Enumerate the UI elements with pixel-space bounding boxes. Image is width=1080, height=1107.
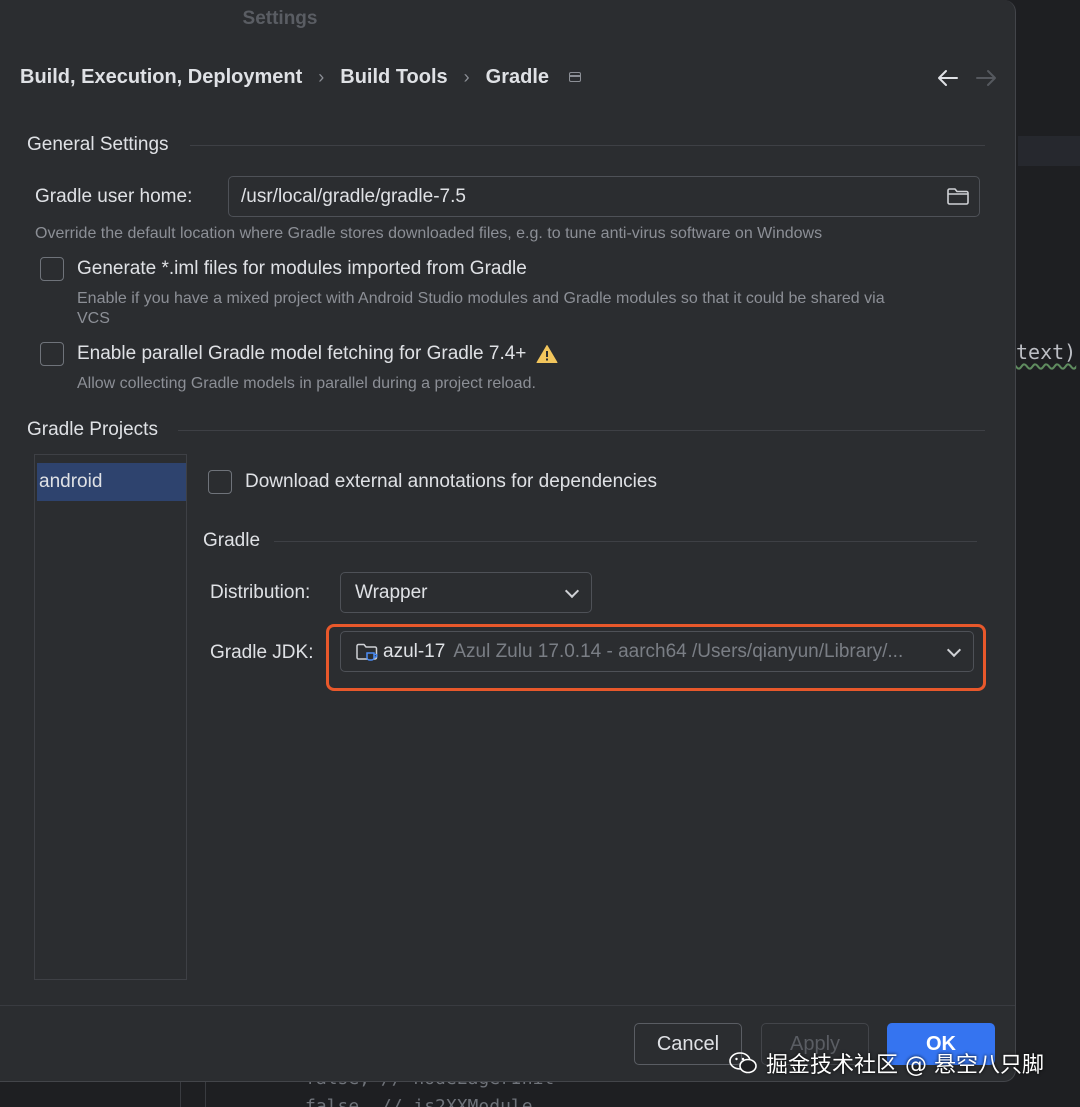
- jdk-folder-icon: [356, 643, 378, 661]
- jdk-name: azul-17: [383, 640, 446, 662]
- watermark: 掘金技术社区 @ 悬空八只脚: [728, 1047, 1044, 1079]
- back-button[interactable]: [934, 64, 962, 92]
- project-item-android[interactable]: android: [37, 463, 186, 501]
- gradle-user-home-input[interactable]: /usr/local/gradle/gradle-7.5: [228, 176, 980, 217]
- generate-iml-label[interactable]: Generate *.iml files for modules importe…: [77, 258, 527, 280]
- section-divider: [190, 145, 985, 146]
- distribution-dropdown[interactable]: Wrapper: [340, 572, 592, 613]
- parallel-fetching-row[interactable]: Enable parallel Gradle model fetching fo…: [77, 343, 558, 365]
- gradle-projects-list: android: [34, 454, 187, 980]
- settings-dialog: Settings Build, Execution, Deployment › …: [0, 0, 1016, 1082]
- breadcrumb: Build, Execution, Deployment › Build Too…: [20, 62, 582, 92]
- editor-code-fragment: text): [1016, 340, 1077, 364]
- editor-gutter-line: [180, 1082, 181, 1107]
- parallel-fetching-checkbox[interactable]: [40, 342, 64, 366]
- warning-icon: [536, 345, 558, 363]
- breadcrumb-item-gradle: Gradle: [485, 65, 550, 88]
- gradle-user-home-label: Gradle user home:: [35, 186, 193, 207]
- wechat-icon: [729, 1052, 757, 1074]
- parallel-fetching-hint: Allow collecting Gradle models in parall…: [77, 375, 536, 392]
- general-settings-title: General Settings: [27, 134, 169, 155]
- section-divider: [274, 541, 977, 542]
- dialog-title: Settings: [242, 8, 318, 29]
- breadcrumb-separator: ›: [463, 66, 470, 87]
- watermark-text: 掘金技术社区 @ 悬空八只脚: [766, 1053, 1044, 1078]
- download-annotations-label[interactable]: Download external annotations for depend…: [245, 471, 657, 493]
- arrow-left-icon: [938, 70, 958, 86]
- breadcrumb-separator: ›: [318, 66, 325, 87]
- chevron-down-icon: [946, 642, 962, 657]
- forward-button[interactable]: [972, 64, 1000, 92]
- arrow-right-icon: [976, 70, 996, 86]
- project-scope-icon: [569, 72, 582, 82]
- gradle-user-home-hint: Override the default location where Grad…: [35, 225, 823, 242]
- distribution-value: Wrapper: [355, 581, 428, 603]
- gradle-jdk-label: Gradle JDK:: [210, 642, 314, 663]
- generate-iml-hint: Enable if you have a mixed project with …: [77, 290, 885, 307]
- folder-icon[interactable]: [946, 186, 970, 206]
- gradle-section-title: Gradle: [203, 530, 261, 551]
- generate-iml-checkbox[interactable]: [40, 257, 64, 281]
- jdk-detail: Azul Zulu 17.0.14 - aarch64 /Users/qiany…: [453, 640, 904, 662]
- editor-current-line: [1018, 136, 1080, 166]
- editor-code-line: false, // is2XXModule: [305, 1096, 533, 1107]
- chevron-down-icon: [564, 583, 580, 598]
- breadcrumb-item-build-tools[interactable]: Build Tools: [340, 66, 447, 89]
- editor-gutter-line: [205, 1082, 206, 1107]
- cancel-button[interactable]: Cancel: [634, 1023, 742, 1065]
- generate-iml-hint-continued: VCS: [77, 310, 110, 327]
- breadcrumb-item-build-execution-deployment[interactable]: Build, Execution, Deployment: [20, 66, 302, 89]
- distribution-label: Distribution:: [210, 582, 311, 603]
- footer-divider: [0, 1005, 1015, 1006]
- section-divider: [178, 430, 985, 431]
- download-annotations-checkbox[interactable]: [208, 470, 232, 494]
- gradle-jdk-dropdown[interactable]: azul-17 Azul Zulu 17.0.14 - aarch64 /Use…: [340, 631, 974, 672]
- gradle-projects-title: Gradle Projects: [27, 419, 158, 440]
- parallel-fetching-label[interactable]: Enable parallel Gradle model fetching fo…: [77, 343, 526, 365]
